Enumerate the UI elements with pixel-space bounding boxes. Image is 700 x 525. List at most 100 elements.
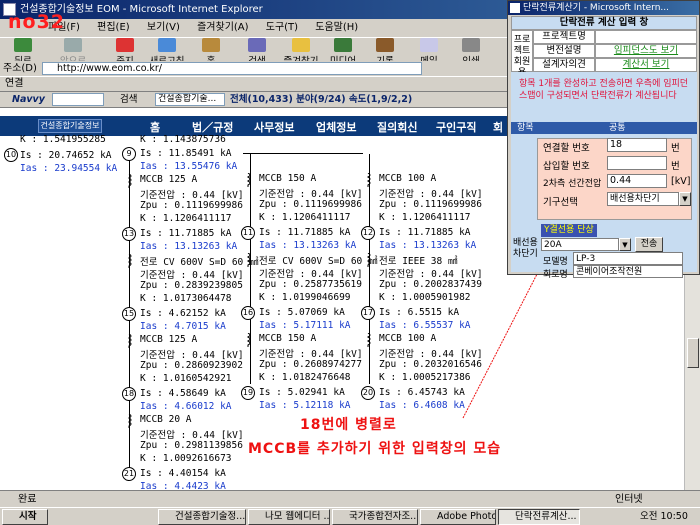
col4-device: MCCB 100 A bbox=[379, 173, 437, 184]
bus-line bbox=[243, 153, 363, 154]
col2-voltage: 기준전압 : 0.44 [kV] bbox=[140, 430, 244, 441]
coil-symbol bbox=[245, 252, 252, 267]
col3-is: Is : 5.07069 kA bbox=[259, 307, 345, 318]
field-label-insert: 삽입할 번호 bbox=[543, 161, 590, 172]
node-circle: 18 bbox=[122, 387, 136, 401]
col3-zpu: Zpu : 0.2608974277 bbox=[259, 359, 362, 370]
connect-number-input[interactable]: 18 bbox=[607, 138, 667, 152]
doc-label: no32 bbox=[8, 11, 66, 33]
calculator-popup: 단락전류계산기 - Microsoft Intern... 단락전류 계산 입력… bbox=[507, 0, 700, 280]
member-side-label: 프로젝트회원용 bbox=[511, 30, 533, 78]
field-label-connect: 연결할 번호 bbox=[543, 143, 590, 154]
navvy-brand[interactable]: Navvy bbox=[12, 92, 45, 107]
col2-is: Is : 4.58649 kA bbox=[140, 388, 226, 399]
wire bbox=[250, 154, 251, 384]
status-zone: 인터넷 bbox=[615, 494, 643, 505]
col2-k: K : 1.0160542921 bbox=[140, 373, 232, 384]
row-label-project: 프로젝트명 bbox=[533, 30, 595, 44]
navvy-search-button[interactable]: 검색 bbox=[120, 92, 137, 107]
col3-is: Is : 11.71885 kA bbox=[259, 227, 351, 238]
col3-ias: Ias : 5.12118 kA bbox=[259, 400, 351, 411]
col4-zpu: Zpu : 0.2032016546 bbox=[379, 359, 482, 370]
nav-jobs[interactable]: 구인구직 bbox=[436, 119, 476, 135]
node-circle: 12 bbox=[361, 226, 375, 240]
annotation-line2: MCCB를 추가하기 위한 입력창의 모습 bbox=[248, 441, 502, 457]
menu-view[interactable]: 보기(V) bbox=[147, 22, 180, 33]
col3-k: K : 1.0182476648 bbox=[259, 372, 351, 383]
menu-favorites[interactable]: 즐겨찾기(A) bbox=[197, 22, 248, 33]
col3-voltage: 기준전압 : 0.44 [kV] bbox=[259, 189, 363, 200]
start-button[interactable]: 시작 bbox=[2, 509, 48, 525]
col1-ias: Ias : 23.94554 kA bbox=[20, 163, 118, 174]
col2-k: K : 1.1206411117 bbox=[140, 213, 232, 224]
nav-office[interactable]: 사무정보 bbox=[254, 119, 294, 135]
model-input[interactable]: LP-3 bbox=[573, 252, 683, 265]
home-icon bbox=[202, 38, 220, 52]
scroll-thumb[interactable] bbox=[687, 338, 699, 368]
col3-zpu: Zpu : 0.2587735619 bbox=[259, 279, 362, 290]
mail-icon bbox=[420, 38, 438, 52]
field-label-device: 기구선택 bbox=[543, 197, 578, 208]
row-label-designer: 설계자의견 bbox=[533, 58, 595, 72]
impedance-view-link[interactable]: 임피던스도 보기 bbox=[595, 44, 697, 58]
row-value-project[interactable] bbox=[595, 30, 697, 44]
stop-icon bbox=[116, 38, 134, 52]
site-logo[interactable]: 건설종합기술정보 bbox=[38, 119, 102, 133]
col4-zpu: Zpu : 0.2002837439 bbox=[379, 279, 482, 290]
navvy-search-input[interactable] bbox=[52, 93, 104, 106]
notice-text: 항목 1개를 완성하고 전송하면 우측에 임피던스맵이 구성되면서 단락전류가 … bbox=[511, 72, 697, 122]
menu-help[interactable]: 도움말(H) bbox=[315, 22, 358, 33]
task-ie[interactable]: 건설종합기술정... bbox=[158, 509, 246, 525]
coil-symbol bbox=[126, 333, 133, 348]
col3-ias: Ias : 13.13263 kA bbox=[259, 240, 357, 251]
popup-title: 단락전류계산기 - Microsoft Intern... bbox=[523, 3, 670, 13]
popup-title-bar[interactable]: 단락전류계산기 - Microsoft Intern... bbox=[508, 1, 699, 15]
menu-tools[interactable]: 도구(T) bbox=[266, 22, 298, 33]
calc-sheet-link[interactable]: 계산서 보기 bbox=[595, 58, 697, 72]
popup-heading: 단락전류 계산 입력 창 bbox=[511, 16, 697, 30]
task-photoshop[interactable]: Adobe Photos... bbox=[420, 509, 496, 525]
nav-home[interactable]: 홈 bbox=[150, 119, 160, 135]
rating-arrow-icon[interactable]: ▼ bbox=[619, 238, 631, 251]
coil-symbol bbox=[365, 172, 372, 187]
col1-k: K : 1.541955285 bbox=[20, 134, 106, 145]
col1-is: Is : 20.74652 kA bbox=[20, 150, 112, 161]
back-arrow-icon bbox=[14, 38, 32, 52]
navvy-site-select[interactable]: 건설종합기술... bbox=[155, 93, 225, 106]
node-circle: 21 bbox=[122, 467, 136, 481]
row-label-substation: 변전설명 bbox=[533, 44, 595, 58]
status-text: 완료 bbox=[18, 494, 37, 505]
node-circle: 16 bbox=[241, 306, 255, 320]
breaker-label: 배선용차단기 bbox=[513, 238, 538, 259]
coil-symbol bbox=[126, 413, 133, 428]
col3-device: MCCB 150 A bbox=[259, 333, 317, 344]
col4-voltage: 기준전압 : 0.44 [kV] bbox=[379, 269, 483, 280]
nav-more[interactable]: 회 bbox=[493, 119, 503, 135]
col2-k: K : 1.0092616673 bbox=[140, 453, 232, 464]
circuit-input[interactable]: 콘베이어조작전원 bbox=[573, 265, 683, 278]
device-select-arrow-icon[interactable]: ▼ bbox=[679, 192, 691, 206]
breaker-type-select[interactable]: Y결선용 단상 bbox=[541, 224, 597, 237]
task-procurement[interactable]: 국가종합전자조... bbox=[332, 509, 418, 525]
insert-number-input[interactable] bbox=[607, 156, 667, 170]
refresh-icon bbox=[158, 38, 176, 52]
coil-symbol bbox=[365, 252, 372, 267]
col2-voltage: 기준전압 : 0.44 [kV] bbox=[140, 270, 244, 281]
voltage-input[interactable]: 0.44 bbox=[607, 174, 667, 188]
address-input[interactable]: http://www.eom.co.kr/ bbox=[42, 62, 422, 75]
task-namo[interactable]: 나모 웹에디터 ... bbox=[248, 509, 330, 525]
col2-zpu: Zpu : 0.1119699986 bbox=[140, 200, 243, 211]
popup-ie-icon bbox=[510, 3, 520, 13]
breaker-rating-select[interactable]: 20A bbox=[541, 238, 619, 251]
nav-law[interactable]: 법／규정 bbox=[192, 119, 233, 135]
favorites-star-icon bbox=[292, 38, 310, 52]
menu-edit[interactable]: 편집(E) bbox=[97, 22, 130, 33]
col4-ias: Ias : 6.55537 kA bbox=[379, 320, 471, 331]
col2-voltage: 기준전압 : 0.44 [kV] bbox=[140, 350, 244, 361]
nav-qa[interactable]: 질의회신 bbox=[377, 119, 417, 135]
device-select[interactable]: 배선용차단기 bbox=[607, 192, 679, 206]
task-calculator[interactable]: 단락전류계산... bbox=[498, 509, 580, 525]
nav-company[interactable]: 업체정보 bbox=[316, 119, 356, 135]
node-circle: 13 bbox=[122, 227, 136, 241]
send-button[interactable]: 전송 bbox=[635, 237, 663, 252]
